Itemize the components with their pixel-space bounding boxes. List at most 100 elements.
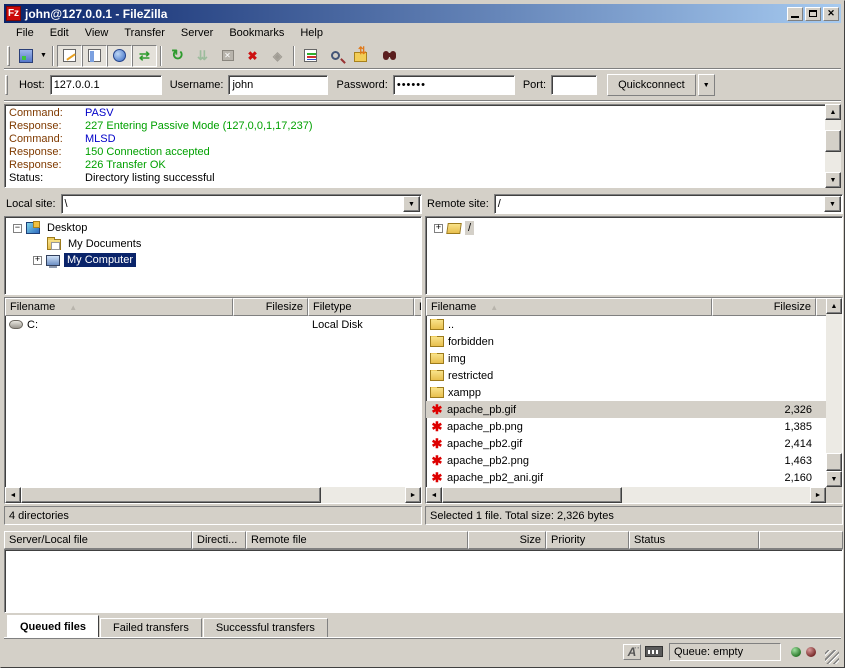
resize-grip[interactable] — [825, 650, 839, 664]
toggle-remote-tree-button[interactable] — [107, 45, 132, 67]
scrollbar-corner — [826, 487, 842, 503]
column-header-filesize[interactable]: Filesize — [712, 298, 816, 316]
file-row[interactable]: ✱apache_pb2.gif2,414 — [426, 435, 842, 452]
toggle-message-log-button[interactable] — [57, 45, 82, 67]
disconnect-button[interactable]: ✖ — [240, 45, 265, 67]
chevron-down-icon[interactable]: ▼ — [403, 196, 420, 212]
password-input[interactable] — [393, 75, 515, 95]
expand-expander-icon[interactable]: + — [434, 224, 443, 233]
remote-site-row: Remote site: / ▼ — [425, 194, 843, 214]
tree-item-desktop[interactable]: − Desktop — [5, 220, 421, 236]
file-row[interactable]: restricted — [426, 367, 842, 384]
log-scrollbar[interactable]: ▲ ▼ — [825, 104, 841, 188]
quickbar-grip[interactable] — [5, 75, 8, 95]
refresh-button[interactable]: ↻ — [165, 45, 190, 67]
menu-file[interactable]: File — [8, 25, 42, 41]
column-header-direction[interactable]: Directi... — [192, 531, 246, 549]
scroll-up-icon[interactable]: ▲ — [825, 104, 841, 120]
menu-server[interactable]: Server — [173, 25, 221, 41]
tab-failed-transfers[interactable]: Failed transfers — [100, 618, 202, 638]
file-row[interactable]: xampp — [426, 384, 842, 401]
local-hscroll-thumb[interactable] — [21, 487, 321, 503]
local-hscrollbar[interactable]: ◄ ► — [5, 487, 421, 503]
local-site-combo[interactable]: \ ▼ — [61, 194, 422, 214]
scroll-left-icon[interactable]: ◄ — [426, 487, 442, 503]
quickconnect-button[interactable]: Quickconnect — [607, 74, 696, 96]
column-header-remote-file[interactable]: Remote file — [246, 531, 468, 549]
tab-successful-transfers[interactable]: Successful transfers — [203, 618, 328, 638]
find-files-button[interactable] — [373, 45, 398, 67]
cancel-operation-button[interactable]: ✕ — [215, 45, 240, 67]
toggle-queue-button[interactable]: ⇄ — [132, 45, 157, 67]
file-row[interactable]: .. — [426, 316, 842, 333]
file-name: xampp — [448, 387, 481, 399]
menu-edit[interactable]: Edit — [42, 25, 77, 41]
column-header-filename[interactable]: Filename▲ — [5, 298, 233, 316]
port-input[interactable] — [551, 75, 597, 95]
file-row[interactable]: ✱apache_pb2.png1,463 — [426, 452, 842, 469]
scroll-right-icon[interactable]: ► — [405, 487, 421, 503]
scroll-down-icon[interactable]: ▼ — [826, 471, 842, 487]
file-row-local-disk[interactable]: C: Local Disk — [5, 316, 421, 333]
maximize-button[interactable] — [805, 7, 821, 21]
toggle-local-tree-button[interactable] — [82, 45, 107, 67]
file-name: apache_pb2.png — [447, 455, 529, 467]
file-row[interactable]: ✱apache_pb.png1,385 — [426, 418, 842, 435]
process-queue-button[interactable]: ⇊ — [190, 45, 215, 67]
host-label: Host: — [19, 79, 45, 91]
column-header-priority[interactable]: Priority — [546, 531, 629, 549]
menu-transfer[interactable]: Transfer — [116, 25, 173, 41]
file-row[interactable]: forbidden — [426, 333, 842, 350]
site-manager-icon — [19, 49, 33, 63]
remote-vscroll-thumb[interactable] — [826, 453, 842, 471]
menu-bookmarks[interactable]: Bookmarks — [221, 25, 292, 41]
column-header-server-local-file[interactable]: Server/Local file — [4, 531, 192, 549]
queue-list — [4, 549, 843, 613]
reconnect-button[interactable]: ◈ — [265, 45, 290, 67]
file-size: 2,414 — [784, 438, 812, 450]
directory-comparison-button[interactable] — [323, 45, 348, 67]
column-header-filesize[interactable]: Filesize — [233, 298, 308, 316]
chevron-down-icon[interactable]: ▼ — [824, 196, 841, 212]
tree-item-my-documents[interactable]: My Documents — [5, 236, 421, 252]
site-manager-dropdown[interactable]: ▼ — [38, 52, 49, 59]
collapse-expander-icon[interactable]: − — [13, 224, 22, 233]
remote-site-combo[interactable]: / ▼ — [494, 194, 843, 214]
close-button[interactable]: ✕ — [823, 7, 839, 21]
scroll-down-icon[interactable]: ▼ — [825, 172, 841, 188]
minimize-button[interactable] — [787, 7, 803, 21]
host-input[interactable] — [50, 75, 162, 95]
column-header-truncated[interactable]: L — [414, 298, 422, 316]
file-row[interactable]: img — [426, 350, 842, 367]
username-input[interactable] — [228, 75, 328, 95]
synchronized-browsing-button[interactable] — [348, 45, 373, 67]
quickconnect-dropdown[interactable]: ▼ — [698, 74, 715, 96]
log-scroll-thumb[interactable] — [825, 130, 841, 152]
column-header-status[interactable]: Status — [629, 531, 759, 549]
tree-item-root[interactable]: + / — [426, 220, 842, 236]
column-header-size[interactable]: Size — [468, 531, 546, 549]
site-manager-button[interactable] — [13, 45, 38, 67]
menu-help[interactable]: Help — [292, 25, 331, 41]
scroll-left-icon[interactable]: ◄ — [5, 487, 21, 503]
local-site-value: \ — [62, 198, 402, 210]
expand-expander-icon[interactable]: + — [33, 256, 42, 265]
column-header-filetype[interactable]: Filetype — [308, 298, 414, 316]
scroll-up-icon[interactable]: ▲ — [826, 298, 842, 314]
process-queue-icon: ⇊ — [197, 49, 208, 62]
column-header-filename[interactable]: Filename▲ — [426, 298, 712, 316]
chevron-down-icon: ▼ — [701, 82, 712, 89]
remote-vscrollbar[interactable]: ▲ ▼ — [826, 298, 842, 487]
reconnect-icon: ◈ — [273, 50, 282, 62]
tree-item-my-computer[interactable]: + My Computer — [5, 252, 421, 268]
tab-queued-files[interactable]: Queued files — [7, 615, 99, 638]
file-row-selected[interactable]: ✱apache_pb.gif2,326 — [426, 401, 842, 418]
toolbar-grip[interactable] — [7, 46, 10, 66]
menu-view[interactable]: View — [77, 25, 117, 41]
remote-hscroll-thumb[interactable] — [442, 487, 622, 503]
remote-hscrollbar[interactable]: ◄ ► — [426, 487, 826, 503]
scroll-right-icon[interactable]: ► — [810, 487, 826, 503]
ascii-data-type-icon: A — [623, 644, 641, 660]
filter-button[interactable] — [298, 45, 323, 67]
file-row[interactable]: ✱apache_pb2_ani.gif2,160 — [426, 469, 842, 486]
